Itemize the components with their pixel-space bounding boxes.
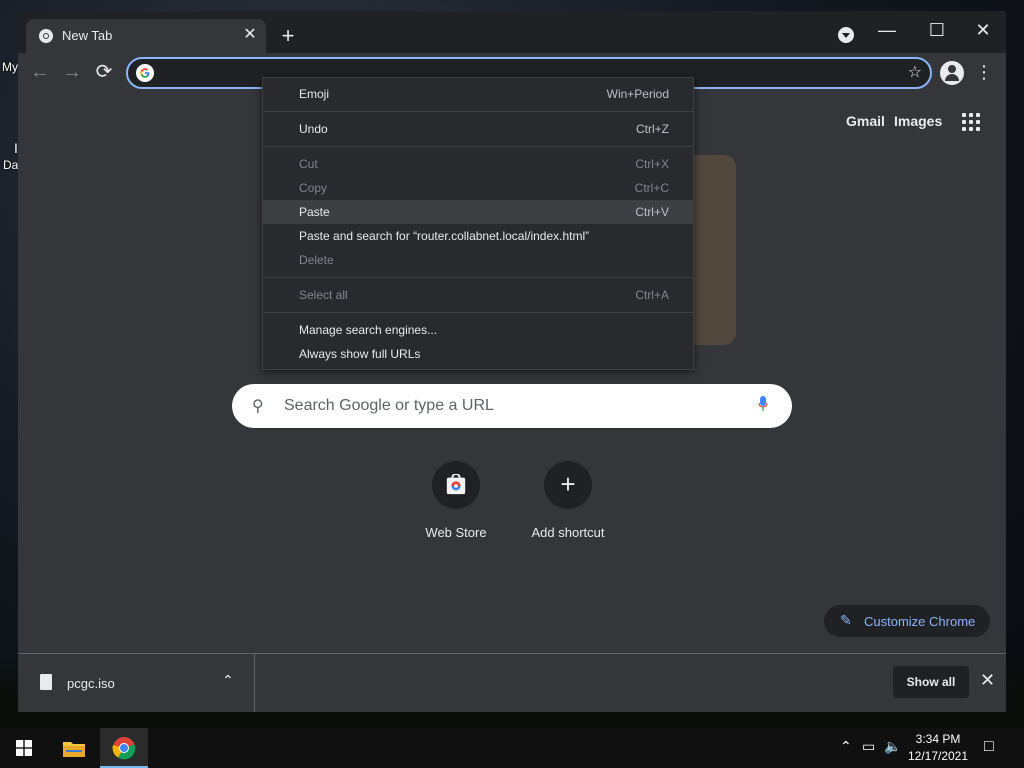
menu-item-shortcut: Win+Period <box>606 87 669 101</box>
microphone-icon[interactable] <box>758 396 768 412</box>
menu-item-label: Select all <box>299 288 348 302</box>
google-apps-icon[interactable] <box>962 113 982 133</box>
tab-search-icon[interactable] <box>838 27 854 43</box>
menu-separator <box>263 312 693 313</box>
menu-item-shortcut: Ctrl+Z <box>636 122 669 136</box>
chrome-taskbar-button[interactable] <box>100 728 148 768</box>
web-store-icon <box>432 461 480 509</box>
minimize-button[interactable]: — <box>864 15 910 45</box>
menu-item-label: Undo <box>299 122 328 136</box>
menu-item-paste[interactable]: Paste Ctrl+V <box>263 200 693 224</box>
chrome-icon <box>112 737 136 760</box>
menu-item-always-show-full-urls[interactable]: Always show full URLs <box>263 342 693 366</box>
back-button[interactable]: ← <box>26 58 54 86</box>
download-shelf: pcgc.iso ⌃ Show all ✕ <box>18 653 1006 712</box>
start-button[interactable] <box>0 728 48 768</box>
volume-muted-icon[interactable]: 🔈 <box>884 738 901 755</box>
images-link[interactable]: Images <box>894 113 942 129</box>
menu-item-label: Paste <box>299 205 330 219</box>
profile-avatar-icon[interactable] <box>940 61 964 85</box>
download-file-name: pcgc.iso <box>67 676 115 691</box>
add-shortcut-icon: + <box>544 461 592 509</box>
clock-time: 3:34 PM <box>915 732 961 746</box>
menu-item-label: Emoji <box>299 87 330 101</box>
close-shelf-icon[interactable]: ✕ <box>980 670 995 691</box>
menu-item-emoji[interactable]: Emoji Win+Period <box>263 82 693 106</box>
folder-icon <box>63 742 85 757</box>
menu-item-shortcut: Ctrl+X <box>635 157 669 171</box>
tab-strip: New Tab ✕ + — ☐ ✕ <box>18 11 1006 53</box>
pencil-icon: ✎ <box>840 612 852 628</box>
new-tab-button[interactable]: + <box>276 25 300 49</box>
network-icon[interactable]: ▭ <box>862 738 875 755</box>
shortcut-label: Web Store <box>425 525 487 540</box>
menu-item-label: Always show full URLs <box>299 347 421 361</box>
tab-new-tab[interactable]: New Tab ✕ <box>26 19 266 53</box>
ntp-search-placeholder: Search Google or type a URL <box>284 397 494 414</box>
tab-title: New Tab <box>62 28 113 43</box>
menu-item-paste-and-search[interactable]: Paste and search for “router.collabnet.l… <box>263 224 693 248</box>
file-explorer-button[interactable] <box>50 728 98 768</box>
shortcut-web-store[interactable]: Web Store <box>400 461 512 540</box>
bookmark-star-icon[interactable]: ☆ <box>908 62 922 82</box>
menu-item-delete[interactable]: Delete <box>263 248 693 272</box>
system-clock[interactable]: 3:34 PM 12/17/2021 <box>900 731 976 765</box>
menu-item-select-all[interactable]: Select all Ctrl+A <box>263 283 693 307</box>
menu-item-shortcut: Ctrl+V <box>635 205 669 219</box>
maximize-button[interactable]: ☐ <box>914 15 960 45</box>
menu-item-copy[interactable]: Copy Ctrl+C <box>263 176 693 200</box>
menu-item-manage-search-engines[interactable]: Manage search engines... <box>263 318 693 342</box>
customize-label: Customize Chrome <box>864 614 976 629</box>
notification-icon[interactable]: □ <box>984 738 994 756</box>
menu-item-label: Delete <box>299 253 334 267</box>
gmail-link[interactable]: Gmail <box>846 113 885 129</box>
desktop-icon-label-my[interactable]: My <box>2 60 18 74</box>
chevron-up-icon[interactable]: ⌃ <box>840 738 852 755</box>
chevron-up-icon[interactable]: ⌃ <box>222 672 234 689</box>
menu-item-label: Manage search engines... <box>299 323 438 337</box>
search-icon: ⚲ <box>252 398 264 415</box>
ntp-search-box[interactable]: ⚲ Search Google or type a URL <box>232 384 792 428</box>
taskbar: ⌃ ▭ 🔈 3:34 PM 12/17/2021 □ <box>0 728 1024 768</box>
clock-date: 12/17/2021 <box>907 749 969 763</box>
close-window-button[interactable]: ✕ <box>960 15 1006 45</box>
menu-item-label: Paste and search for “router.collabnet.l… <box>299 229 590 243</box>
menu-item-shortcut: Ctrl+C <box>634 181 669 195</box>
desktop-icon-label-da[interactable]: Da <box>3 158 18 172</box>
forward-button[interactable]: → <box>58 58 86 86</box>
menu-separator <box>263 111 693 112</box>
tab-close-icon[interactable]: ✕ <box>240 25 260 45</box>
download-item[interactable]: pcgc.iso ⌃ <box>18 654 255 712</box>
file-icon <box>40 674 52 690</box>
show-all-button[interactable]: Show all <box>893 666 969 698</box>
menu-item-undo[interactable]: Undo Ctrl+Z <box>263 117 693 141</box>
menu-item-label: Copy <box>299 181 328 195</box>
chrome-menu-icon[interactable]: ⋮ <box>974 59 994 85</box>
reload-button[interactable]: ⟳ <box>90 58 118 86</box>
google-icon <box>136 64 154 82</box>
windows-icon <box>16 740 32 756</box>
menu-item-shortcut: Ctrl+A <box>635 288 669 302</box>
menu-item-label: Cut <box>299 157 318 171</box>
chrome-icon <box>39 29 53 43</box>
menu-separator <box>263 277 693 278</box>
customize-chrome-button[interactable]: ✎ Customize Chrome <box>824 605 990 637</box>
shortcut-label: Add shortcut <box>531 525 605 540</box>
menu-item-cut[interactable]: Cut Ctrl+X <box>263 152 693 176</box>
shortcut-add[interactable]: + Add shortcut <box>512 461 624 540</box>
context-menu: Emoji Win+Period Undo Ctrl+Z Cut Ctrl+X … <box>262 77 694 370</box>
menu-separator <box>263 146 693 147</box>
